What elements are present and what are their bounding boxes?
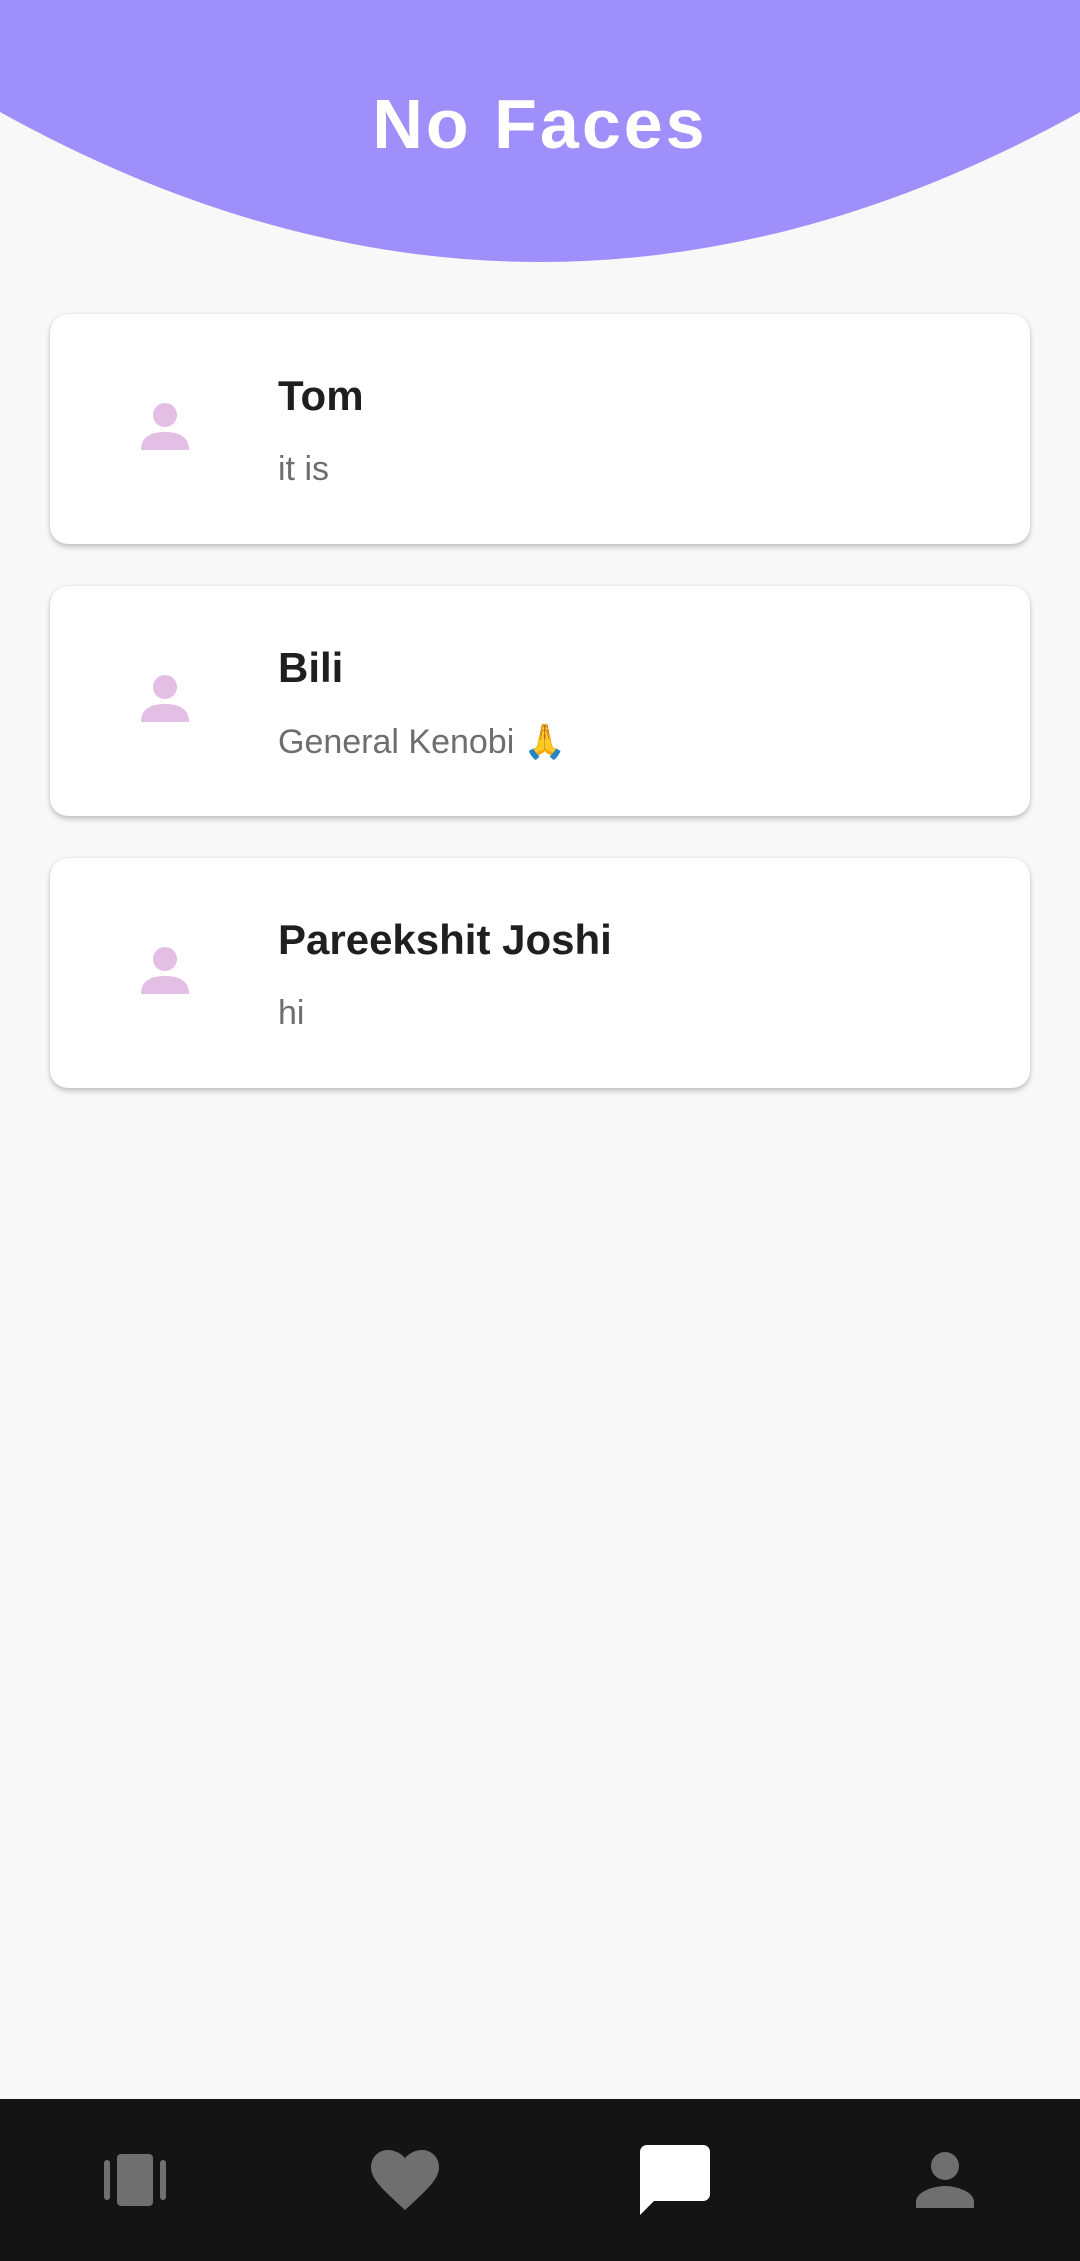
chat-item[interactable]: Pareekshit Joshi hi: [50, 858, 1030, 1088]
header: No Faces: [0, 0, 1080, 270]
chat-item[interactable]: Tom it is: [50, 314, 1030, 544]
avatar-placeholder-icon: [141, 403, 189, 450]
chat-list: Tom it is Bili General Kenobi 🙏 Pareeksh…: [50, 314, 1030, 1130]
heart-icon: [371, 2150, 439, 2210]
avatar-placeholder-icon: [141, 947, 189, 994]
page-title: No Faces: [372, 85, 708, 163]
nav-likes-button[interactable]: [270, 2099, 540, 2261]
avatar-placeholder-icon: [141, 675, 189, 722]
chat-last-message: General Kenobi 🙏: [278, 723, 567, 761]
bottom-navigation: [0, 2099, 1080, 2261]
chat-name: Tom: [278, 372, 364, 419]
chat-name: Pareekshit Joshi: [278, 916, 612, 963]
cards-icon: [104, 2154, 166, 2206]
nav-profile-button[interactable]: [810, 2099, 1080, 2261]
chat-name: Bili: [278, 644, 344, 691]
chat-last-message: it is: [278, 450, 329, 488]
chat-last-message: hi: [278, 994, 305, 1032]
person-icon: [916, 2152, 974, 2208]
nav-cards-button[interactable]: [0, 2099, 270, 2261]
chat-item[interactable]: Bili General Kenobi 🙏: [50, 586, 1030, 816]
nav-chats-button[interactable]: [540, 2099, 810, 2261]
chat-icon: [640, 2145, 710, 2215]
